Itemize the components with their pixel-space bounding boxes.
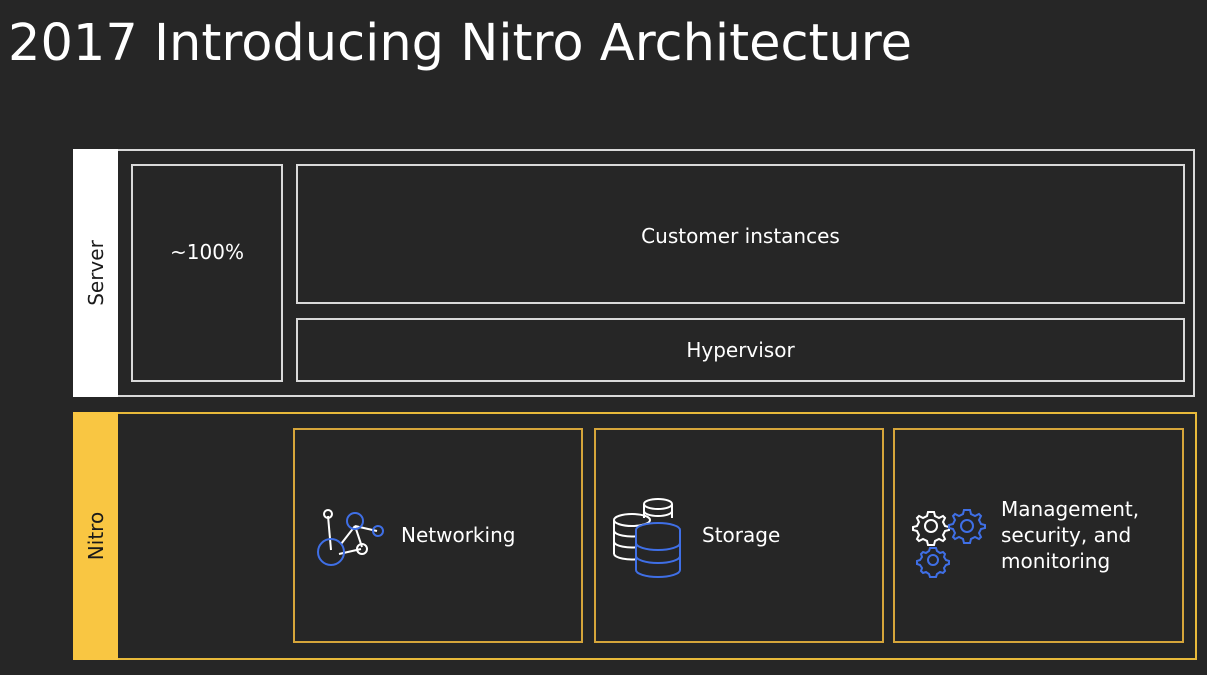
database-stack-icon bbox=[612, 496, 688, 582]
networking-label: Networking bbox=[401, 523, 516, 547]
customer-instances-label: Customer instances bbox=[641, 224, 840, 248]
management-label-line-2: security, and bbox=[1001, 523, 1132, 547]
management-label: Management, security, and monitoring bbox=[1001, 496, 1139, 574]
server-label: Server bbox=[83, 240, 108, 306]
management-label-line-1: Management, bbox=[1001, 497, 1140, 521]
gears-icon bbox=[911, 504, 991, 582]
networking-card: Networking bbox=[293, 428, 583, 643]
management-label-line-3: monitoring bbox=[1001, 549, 1111, 573]
management-card: Management, security, and monitoring bbox=[893, 428, 1184, 643]
cpu-percent-box: ~100% bbox=[131, 164, 283, 382]
network-nodes-icon bbox=[311, 506, 387, 574]
storage-label: Storage bbox=[702, 523, 781, 547]
server-label-bar: Server bbox=[73, 149, 118, 397]
storage-card: Storage bbox=[594, 428, 884, 643]
hypervisor-label: Hypervisor bbox=[686, 338, 795, 362]
hypervisor-box: Hypervisor bbox=[296, 318, 1185, 382]
slide-title: 2017 Introducing Nitro Architecture bbox=[8, 14, 913, 73]
nitro-label: Nitro bbox=[83, 511, 108, 561]
slide: 2017 Introducing Nitro Architecture Serv… bbox=[0, 0, 1207, 675]
nitro-label-bar: Nitro bbox=[73, 412, 118, 660]
customer-instances-box: Customer instances bbox=[296, 164, 1185, 304]
cpu-percent-label: ~100% bbox=[170, 240, 244, 264]
